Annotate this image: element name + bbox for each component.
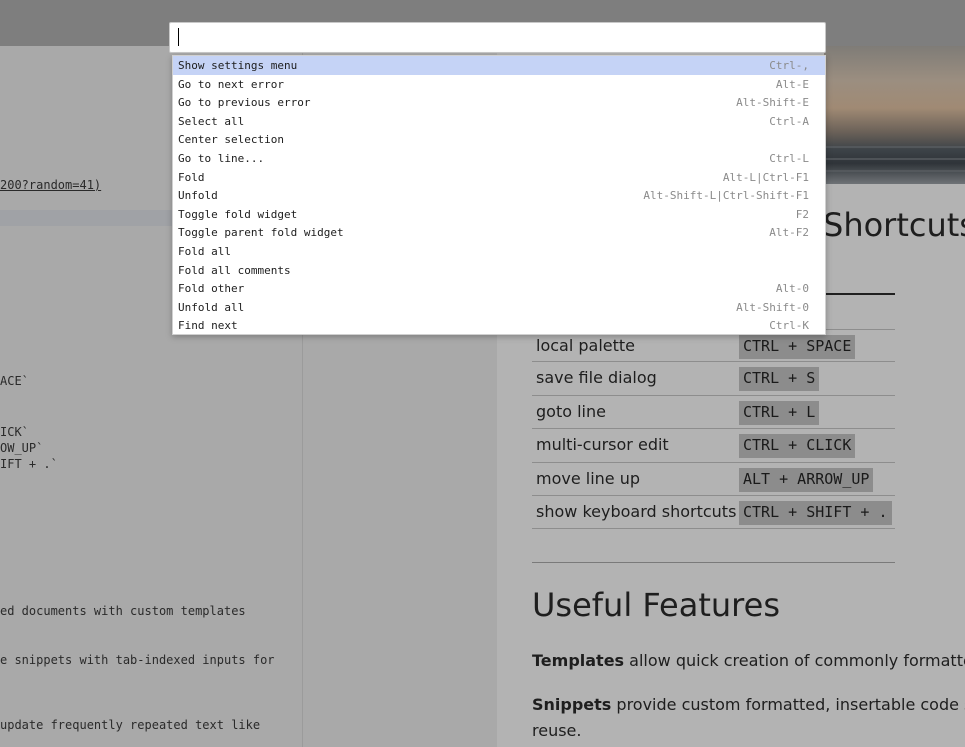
command-search-input[interactable] bbox=[182, 27, 782, 49]
command-shortcut: F2 bbox=[795, 207, 809, 221]
command-name: Show settings menu bbox=[178, 59, 298, 72]
command-name: Fold other bbox=[178, 282, 245, 296]
table-row: multi-cursor edit CTRL + CLICK bbox=[532, 429, 895, 463]
command-name: Go to line... bbox=[178, 151, 265, 165]
snippets-text: provide custom formatted, insertable cod… bbox=[611, 695, 965, 714]
code-line[interactable]: 200?random=41) bbox=[0, 177, 101, 193]
table-row: move line up ALT + ARROW_UP bbox=[532, 463, 895, 496]
command-shortcut: Alt-Shift-L|Ctrl-Shift-F1 bbox=[643, 189, 809, 203]
command-item-toggle-fold-widget[interactable]: Toggle fold widget F2 bbox=[173, 205, 825, 224]
templates-text: allow quick creation of commonly formatt… bbox=[624, 651, 965, 670]
command-item-fold-all-comments[interactable]: Fold all comments bbox=[173, 261, 825, 280]
command-item-find-next[interactable]: Find next Ctrl-K bbox=[173, 316, 825, 335]
command-name: Fold all comments bbox=[178, 263, 291, 277]
shortcuts-table: local palette CTRL + SPACE save file dia… bbox=[532, 329, 895, 530]
command-search-box[interactable] bbox=[169, 22, 826, 53]
shortcut-key: CTRL + SHIFT + . bbox=[739, 500, 892, 525]
shortcut-key: CTRL + CLICK bbox=[739, 434, 856, 459]
command-name: Toggle parent fold widget bbox=[178, 226, 344, 240]
table-row: goto line CTRL + L bbox=[532, 396, 895, 430]
templates-paragraph: Templates allow quick creation of common… bbox=[532, 648, 965, 674]
command-item-toggle-parent-fold-widget[interactable]: Toggle parent fold widget Alt-F2 bbox=[173, 223, 825, 242]
shortcut-label: goto line bbox=[536, 401, 606, 421]
command-name: Go to previous error bbox=[178, 96, 311, 110]
code-line[interactable]: e snippets with tab-indexed inputs for bbox=[0, 652, 275, 668]
code-line[interactable]: IFT + .` bbox=[0, 456, 58, 472]
command-item-fold[interactable]: Fold Alt-L|Ctrl-F1 bbox=[173, 168, 825, 187]
shortcut-label: save file dialog bbox=[536, 368, 657, 388]
shortcut-key: CTRL + SPACE bbox=[739, 335, 856, 359]
command-shortcut: Ctrl-K bbox=[769, 319, 809, 333]
shortcut-label: show keyboard shortcuts bbox=[536, 501, 737, 521]
text-cursor bbox=[178, 28, 179, 46]
command-name: Select all bbox=[178, 114, 245, 128]
command-item-unfold-all[interactable]: Unfold all Alt-Shift-0 bbox=[173, 298, 825, 317]
command-item-center-selection[interactable]: Center selection bbox=[173, 130, 825, 149]
command-name: Toggle fold widget bbox=[178, 207, 298, 221]
command-name: Unfold bbox=[178, 189, 218, 203]
command-name: Find next bbox=[178, 319, 238, 333]
command-shortcut: Ctrl-L bbox=[769, 151, 809, 165]
command-item-go-to-line[interactable]: Go to line... Ctrl-L bbox=[173, 149, 825, 168]
code-line[interactable]: ed documents with custom templates bbox=[0, 603, 246, 619]
command-palette: Show settings menu Ctrl-, Go to next erro… bbox=[169, 22, 826, 335]
shortcut-label: local palette bbox=[536, 336, 636, 355]
code-line[interactable]: ACE` bbox=[0, 373, 29, 389]
table-row: save file dialog CTRL + S bbox=[532, 362, 895, 396]
command-shortcut: Alt-E bbox=[775, 77, 809, 91]
templates-term: Templates bbox=[532, 651, 625, 670]
shortcuts-heading: Shortcuts bbox=[823, 206, 965, 244]
command-name: Center selection bbox=[178, 133, 284, 147]
shortcut-key: CTRL + L bbox=[739, 400, 820, 425]
table-row: show keyboard shortcuts CTRL + SHIFT + . bbox=[532, 496, 895, 530]
command-item-fold-all[interactable]: Fold all bbox=[173, 242, 825, 261]
snippets-paragraph: Snippets provide custom formatted, inser… bbox=[532, 692, 965, 718]
snippets-paragraph-cont: reuse. bbox=[532, 721, 582, 740]
command-name: Unfold all bbox=[178, 300, 245, 314]
command-shortcut: Alt-0 bbox=[775, 282, 809, 296]
command-shortcut: Alt-L|Ctrl-F1 bbox=[722, 170, 809, 184]
features-heading: Useful Features bbox=[532, 586, 780, 624]
hero-image bbox=[824, 46, 965, 184]
command-item-go-to-previous-error[interactable]: Go to previous error Alt-Shift-E bbox=[173, 93, 825, 112]
command-item-fold-other[interactable]: Fold other Alt-0 bbox=[173, 279, 825, 298]
shortcut-label: multi-cursor edit bbox=[536, 435, 669, 455]
command-shortcut: Alt-Shift-E bbox=[736, 96, 809, 110]
snippets-term: Snippets bbox=[532, 695, 612, 714]
command-shortcut: Ctrl-, bbox=[769, 59, 809, 72]
command-name: Fold bbox=[178, 170, 205, 184]
command-shortcut: Ctrl-A bbox=[769, 114, 809, 128]
code-line[interactable]: update frequently repeated text like bbox=[0, 717, 260, 733]
shortcut-key: ALT + ARROW_UP bbox=[739, 467, 874, 492]
shortcut-key: CTRL + S bbox=[739, 367, 820, 392]
shortcut-label: move line up bbox=[536, 468, 641, 488]
command-item-show-settings-menu[interactable]: Show settings menu Ctrl-, bbox=[173, 56, 825, 75]
command-item-go-to-next-error[interactable]: Go to next error Alt-E bbox=[173, 75, 825, 94]
code-line[interactable]: ICK` bbox=[0, 424, 29, 440]
command-name: Go to next error bbox=[178, 77, 284, 91]
command-list: Show settings menu Ctrl-, Go to next erro… bbox=[172, 55, 826, 335]
code-line[interactable]: OW_UP` bbox=[0, 440, 43, 456]
command-shortcut: Alt-Shift-0 bbox=[736, 300, 809, 314]
command-name: Fold all bbox=[178, 244, 231, 258]
command-item-select-all[interactable]: Select all Ctrl-A bbox=[173, 112, 825, 131]
command-item-unfold[interactable]: Unfold Alt-Shift-L|Ctrl-Shift-F1 bbox=[173, 186, 825, 205]
section-divider bbox=[532, 562, 895, 563]
command-shortcut: Alt-F2 bbox=[769, 226, 809, 240]
